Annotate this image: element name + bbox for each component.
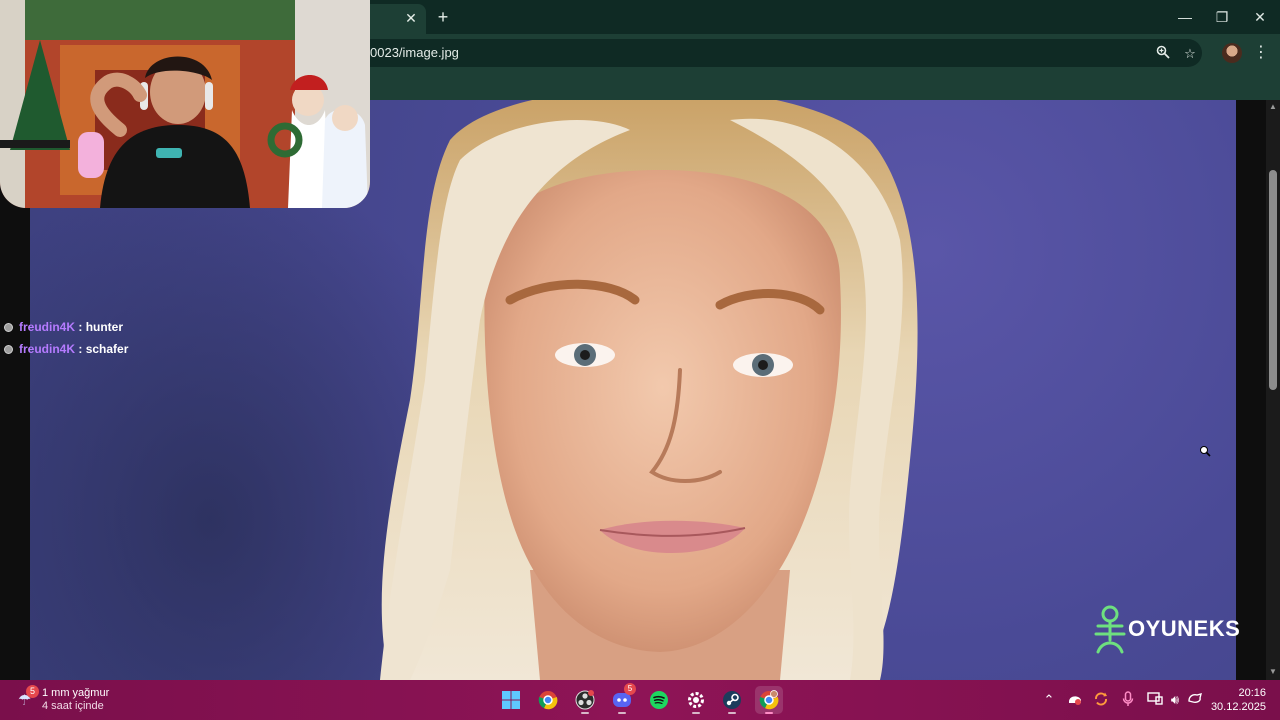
taskbar-spotify-button[interactable] [645,686,673,714]
watermark-text: OYUNEKS [1128,616,1241,641]
new-tab-button[interactable]: + [432,6,454,28]
running-indicator [618,712,626,714]
running-indicator [581,712,589,714]
minimize-button[interactable]: — [1174,6,1196,28]
chat-user-badge-icon [4,344,13,354]
running-indicator [692,712,700,714]
chat-separator: : [75,320,86,334]
volume-icon[interactable]: 🔊︎ [1166,691,1184,709]
chat-username: freudin4K [19,320,76,334]
tray-app-icon[interactable] [1066,691,1084,709]
screen: ✕ + — ❐ ✕ 0023/image.jpg ☆ ⋮ ▲ ▼ freudin… [0,0,1280,720]
network-icon[interactable] [1146,691,1164,709]
restore-button[interactable]: ❐ [1211,6,1233,28]
spotify-icon [650,691,668,709]
address-text: 0023/image.jpg [370,45,459,60]
clock-time[interactable]: 20:16 [1226,687,1266,699]
webcam-overlay [0,0,370,208]
chrome-profile-icon [759,690,779,710]
profile-avatar[interactable] [1222,43,1242,63]
windows-taskbar: ☂ 5 1 mm yağmur 4 saat içinde 5 ⌃ 🔊︎ 20:… [0,680,1280,720]
gear-icon [688,692,704,708]
chat-text: hunter [85,320,124,334]
vertical-scrollbar[interactable]: ▲ ▼ [1266,100,1280,680]
zoom-icon[interactable] [1154,45,1172,63]
zoom-cursor-icon [1199,445,1211,457]
taskbar-settings-button[interactable] [682,686,710,714]
chat-message: freudin4K : hunter [4,316,128,338]
running-indicator [728,712,736,714]
discord-badge: 5 [624,683,636,695]
tab-close-icon[interactable]: ✕ [401,8,421,28]
microphone-icon[interactable] [1119,691,1137,709]
scrollbar-thumb[interactable] [1269,170,1277,390]
steam-icon [723,691,741,709]
weather-badge: 5 [26,685,39,698]
address-bar[interactable]: 0023/image.jpg ☆ [352,39,1202,67]
chat-username: freudin4K [19,342,76,356]
running-indicator [765,712,773,714]
obs-icon [575,690,595,710]
weather-timing: 4 saat içinde [42,700,104,712]
chat-user-badge-icon [4,322,13,332]
taskbar-steam-button[interactable] [718,686,746,714]
chat-message: freudin4K : schafer [4,338,128,360]
scroll-down-arrow-icon[interactable]: ▼ [1268,667,1278,677]
scroll-up-arrow-icon[interactable]: ▲ [1268,102,1278,112]
weather-forecast: 1 mm yağmur [42,687,110,699]
chat-text: schafer [85,342,129,356]
sync-icon[interactable] [1092,691,1110,709]
start-button[interactable] [497,686,525,714]
oyuneks-logo-icon [1094,605,1126,654]
taskbar-chrome-profile-button[interactable] [755,686,783,714]
menu-kebab-icon[interactable]: ⋮ [1252,42,1270,64]
taskbar-chrome-button[interactable] [534,686,562,714]
weather-widget[interactable]: ☂ 5 1 mm yağmur 4 saat içinde [18,685,138,715]
taskbar-discord-button[interactable]: 5 [608,683,636,714]
clock-date[interactable]: 30.12.2025 [1200,701,1266,713]
chevron-up-icon[interactable]: ⌃ [1040,691,1058,709]
stream-chat-overlay: freudin4K : hunter freudin4K : schafer [4,316,128,360]
bookmark-star-icon[interactable]: ☆ [1181,45,1199,63]
webcam-scene [0,0,370,208]
oyuneks-watermark: OYUNEKS [1092,604,1240,654]
taskbar-obs-button[interactable] [571,686,599,714]
chat-separator: : [75,342,86,356]
chrome-icon [538,691,558,710]
close-window-button[interactable]: ✕ [1249,6,1271,28]
windows-logo-icon [502,691,520,709]
